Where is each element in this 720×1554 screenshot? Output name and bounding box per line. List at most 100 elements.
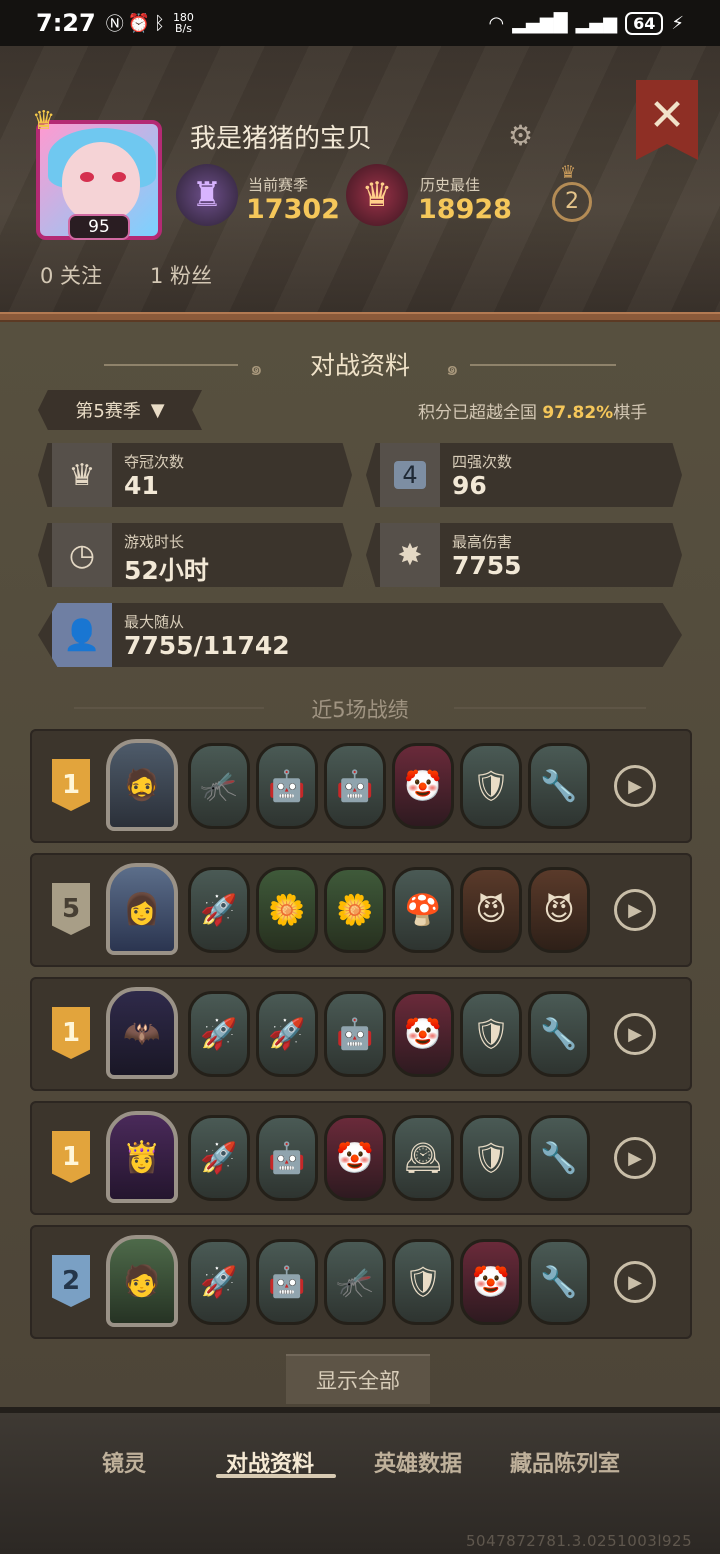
match-row[interactable]: 5 👩 🚀 🌼 🌼 🍄 😈 😈 ▶ — [30, 853, 692, 967]
tab-hero-data[interactable]: 英雄数据 — [374, 1446, 462, 1478]
recent-matches-title: 近5场战绩 — [311, 698, 409, 722]
current-season-label: 当前赛季 — [248, 176, 309, 194]
season-selector-label: 第5赛季 — [75, 401, 141, 422]
following-count[interactable]: 0 关注 — [40, 260, 102, 290]
battle-pass-crown-icon: ♛ — [560, 162, 577, 183]
stat-top4-label: 四强次数 — [452, 453, 513, 471]
tab-collection-gallery[interactable]: 藏品陈列室 — [510, 1446, 620, 1478]
stat-top4-value: 96 — [452, 471, 487, 500]
show-all-button[interactable]: 显示全部 — [286, 1354, 430, 1404]
battle-pass-level-badge[interactable]: 2 — [552, 182, 592, 222]
match-row[interactable]: 2 🧑 🚀 🤖 🦟 🛡 🤡 🔧 ▶ — [30, 1225, 692, 1339]
unit-card: 🚀 — [188, 991, 250, 1077]
battery-indicator: 64 — [625, 11, 664, 35]
signal-icon: ▂▄▆█ — [512, 12, 568, 34]
title-line-right — [470, 364, 616, 366]
stat-champion-label: 夺冠次数 — [124, 453, 185, 471]
stat-max-minion: 👤 最大随从 7755/11742 — [38, 603, 682, 667]
replay-button[interactable]: ▶ — [614, 1013, 656, 1055]
rope-divider — [0, 312, 720, 322]
unit-card: 🤡 — [460, 1239, 522, 1325]
status-bar: 7:27 Ⓝ ⏰ ᛒ 180 B/s ◠ ▂▄▆█ ▂▄▆ 64 ⚡ — [0, 0, 720, 46]
active-tab-indicator — [216, 1474, 336, 1478]
current-season-rank-icon: ♜ — [176, 164, 238, 226]
unit-card: 🤖 — [256, 743, 318, 829]
unit-card: 🛡 — [460, 991, 522, 1077]
unit-card: 😈 — [460, 867, 522, 953]
gear-icon[interactable]: ⚙ — [508, 122, 536, 150]
status-right: ◠ ▂▄▆█ ▂▄▆ 64 ⚡ — [488, 11, 684, 35]
beat-prefix: 积分已超越全国 — [418, 403, 537, 423]
charging-icon: ⚡ — [671, 12, 684, 34]
replay-button[interactable]: ▶ — [614, 1137, 656, 1179]
stat-champion-value: 41 — [124, 471, 159, 500]
hero-portrait: 👩 — [106, 863, 178, 955]
clock-icon: ◷ — [52, 523, 112, 587]
hero-portrait: 🧑 — [106, 1235, 178, 1327]
unit-card: 🚀 — [188, 1115, 250, 1201]
damage-burst-icon: ✸ — [380, 523, 440, 587]
unit-card: 🛡 — [460, 743, 522, 829]
replay-button[interactable]: ▶ — [614, 1261, 656, 1303]
unit-card: 🍄 — [392, 867, 454, 953]
stat-playtime-value: 52小时 — [124, 556, 209, 585]
unit-card: 🔧 — [528, 991, 590, 1077]
unit-card: 🦟 — [188, 743, 250, 829]
avatar-eye-left — [80, 172, 94, 182]
swirl-right-icon: ๑ — [446, 356, 459, 380]
unit-card: 🕰 — [392, 1115, 454, 1201]
top4-shield-digit: 4 — [394, 461, 426, 489]
unit-card: 🤖 — [256, 1115, 318, 1201]
replay-button[interactable]: ▶ — [614, 765, 656, 807]
play-icon: ▶ — [628, 1023, 642, 1045]
unit-card: 🔧 — [528, 743, 590, 829]
stat-max-minion-label: 最大随从 — [124, 613, 185, 631]
stat-max-damage: ✸ 最高伤害 7755 — [366, 523, 682, 587]
followers-count[interactable]: 1 粉丝 — [150, 260, 212, 290]
unit-card: 🔧 — [528, 1115, 590, 1201]
chevron-down-icon: ▼ — [150, 399, 165, 421]
best-label: 历史最佳 — [420, 176, 481, 194]
unit-card: 🤡 — [392, 743, 454, 829]
unit-card: 🦟 — [324, 1239, 386, 1325]
placement-badge: 1 — [52, 759, 90, 811]
hero-portrait: 👸 — [106, 1111, 178, 1203]
stat-playtime: ◷ 游戏时长 52小时 — [38, 523, 352, 587]
tab-mirror-spirit[interactable]: 镜灵 — [102, 1446, 146, 1478]
play-icon: ▶ — [628, 1147, 642, 1169]
close-icon: ✕ — [648, 90, 686, 141]
unit-card: 😈 — [528, 867, 590, 953]
status-time: 7:27 — [36, 9, 96, 37]
season-selector[interactable]: 第5赛季 ▼ — [38, 390, 202, 430]
ranking-percentile: 积分已超越全国 97.82%棋手 — [418, 398, 647, 423]
build-watermark: 5047872781.3.0251003l925 — [466, 1532, 693, 1550]
nfc-icon: Ⓝ — [105, 14, 124, 35]
match-row[interactable]: 1 🧔 🦟 🤖 🤖 🤡 🛡 🔧 ▶ — [30, 729, 692, 843]
stat-playtime-label: 游戏时长 — [124, 533, 185, 551]
unit-card: 🔧 — [528, 1239, 590, 1325]
stat-max-damage-value: 7755 — [452, 551, 522, 580]
stat-max-damage-label: 最高伤害 — [452, 533, 513, 551]
unit-card: 🛡 — [392, 1239, 454, 1325]
play-icon: ▶ — [628, 1271, 642, 1293]
avatar-face — [62, 142, 140, 222]
placement-badge: 2 — [52, 1255, 90, 1307]
replay-button[interactable]: ▶ — [614, 889, 656, 931]
unit-card: 🤖 — [324, 743, 386, 829]
best-score: 18928 — [418, 194, 512, 225]
play-icon: ▶ — [628, 899, 642, 921]
stat-top4: 4 四强次数 96 — [366, 443, 682, 507]
recent-line-right — [454, 707, 646, 709]
match-row[interactable]: 1 👸 🚀 🤖 🤡 🕰 🛡 🔧 ▶ — [30, 1101, 692, 1215]
best-rank-icon: ♛ — [346, 164, 408, 226]
unit-card: 🌼 — [256, 867, 318, 953]
unit-card: 🌼 — [324, 867, 386, 953]
current-season-score: 17302 — [246, 194, 340, 225]
unit-card: 🛡 — [460, 1115, 522, 1201]
placement-badge: 1 — [52, 1007, 90, 1059]
top4-shield-icon: 4 — [380, 443, 440, 507]
crown-icon: ♛ — [32, 106, 56, 136]
stat-champion: ♛ 夺冠次数 41 — [38, 443, 352, 507]
match-row[interactable]: 1 🦇 🚀 🚀 🤖 🤡 🛡 🔧 ▶ — [30, 977, 692, 1091]
placement-badge: 5 — [52, 883, 90, 935]
